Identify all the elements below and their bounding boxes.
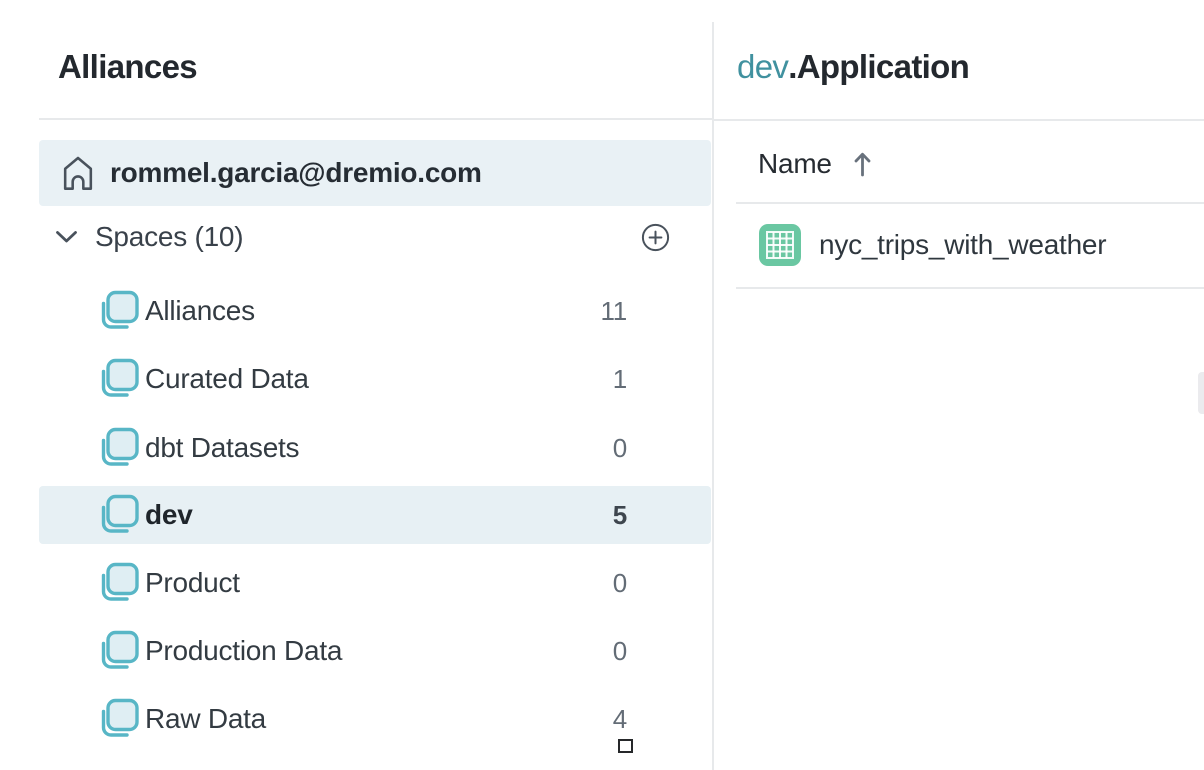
divider (736, 202, 1204, 204)
space-item-count: 0 (613, 568, 627, 599)
left-panel: Alliances rommel.garcia@dremio.com Space… (0, 0, 713, 770)
sort-ascending-icon[interactable] (853, 150, 872, 178)
divider (39, 118, 712, 120)
space-item-alliances[interactable]: Alliances 11 (39, 282, 711, 340)
breadcrumb-separator: . (788, 48, 797, 85)
space-item-label: Raw Data (145, 703, 266, 735)
physical-dataset-table-icon (758, 223, 802, 267)
home-space-label: rommel.garcia@dremio.com (110, 157, 482, 189)
space-icon (97, 697, 139, 742)
home-space-item[interactable]: rommel.garcia@dremio.com (39, 140, 711, 206)
space-item-count: 5 (613, 500, 627, 531)
breadcrumb-current: Application (797, 48, 969, 85)
space-item-count: 11 (600, 296, 627, 327)
space-item-dbt-datasets[interactable]: dbt Datasets 0 (39, 419, 711, 477)
space-item-label: Curated Data (145, 363, 309, 395)
scrollbar-thumb[interactable] (1198, 372, 1204, 414)
space-item-raw-data[interactable]: Raw Data 4 (39, 690, 711, 748)
space-item-count: 0 (613, 636, 627, 667)
space-icon (97, 629, 139, 674)
plus-circle-icon (641, 223, 670, 252)
column-header-label: Name (758, 148, 832, 180)
space-item-label: Product (145, 567, 240, 599)
space-item-product[interactable]: Product 0 (39, 554, 711, 612)
spaces-section-header[interactable]: Spaces (10) (39, 210, 711, 264)
space-item-production-data[interactable]: Production Data 0 (39, 622, 711, 680)
right-panel: dev.Application Name (714, 0, 1204, 770)
dremio-catalog-screen: Alliances rommel.garcia@dremio.com Space… (0, 0, 1204, 770)
space-item-label: Alliances (145, 295, 255, 327)
space-item-count: 1 (613, 364, 627, 395)
space-icon (97, 493, 139, 538)
left-panel-title: Alliances (58, 48, 197, 86)
space-item-label: dev (145, 499, 193, 531)
space-icon (97, 561, 139, 606)
space-icon (97, 426, 139, 471)
space-item-label: Production Data (145, 635, 342, 667)
space-item-dev[interactable]: dev 5 (39, 486, 711, 544)
empty-square-artifact (618, 739, 633, 753)
add-space-button[interactable] (640, 222, 670, 252)
divider (736, 287, 1204, 289)
table-header-name-column[interactable]: Name (758, 144, 872, 184)
divider (714, 119, 1204, 121)
breadcrumb-space-link[interactable]: dev (737, 48, 788, 85)
space-item-count: 0 (613, 433, 627, 464)
space-item-count: 4 (613, 704, 627, 735)
spaces-section-label: Spaces (10) (95, 221, 243, 253)
space-item-label: dbt Datasets (145, 432, 299, 464)
breadcrumb: dev.Application (737, 48, 969, 86)
home-icon (59, 153, 97, 193)
space-icon (97, 357, 139, 402)
dataset-name: nyc_trips_with_weather (819, 229, 1106, 261)
space-icon (97, 289, 139, 334)
chevron-down-icon[interactable] (55, 230, 78, 244)
dataset-row-nyc-trips-with-weather[interactable]: nyc_trips_with_weather (736, 206, 1204, 284)
space-item-curated-data[interactable]: Curated Data 1 (39, 350, 711, 408)
